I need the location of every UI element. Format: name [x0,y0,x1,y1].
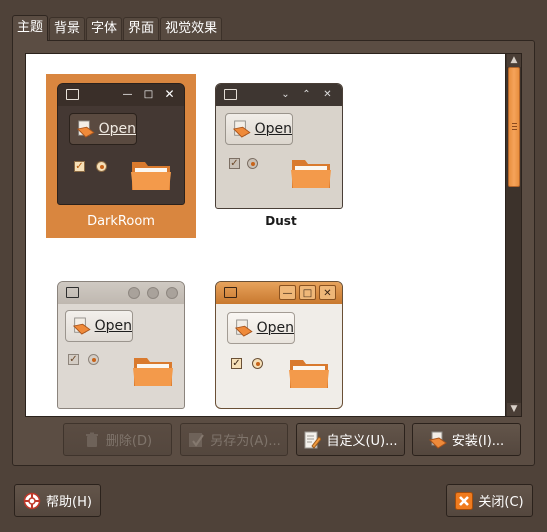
close-button[interactable]: 关闭(C) [446,484,533,517]
chevron-up-icon: ⌃ [302,89,311,100]
gallery-scrollbar[interactable]: ▲ ▼ [505,54,521,416]
tab-fonts[interactable]: 字体 [86,17,123,41]
open-document-icon [234,319,253,337]
theme-preview-4: — □ ✕ Open ✓ [215,281,343,409]
help-lifebuoy-icon [23,492,41,509]
preview-checkbox: ✓ [229,158,240,169]
open-document-icon [72,317,91,335]
preview-checkbox: ✓ [68,354,79,365]
delete-button[interactable]: 删除(D) [63,423,172,456]
chevron-down-icon: ⌄ [281,89,290,100]
preview-radio [88,354,99,365]
folder-icon [291,160,331,188]
save-as-icon [189,432,205,447]
theme-list: — □ ✕ Open ✓ DarkRoom ⌄ ⌃ ✕ Open ✓ Dust … [26,54,505,416]
window-controls: — □ ✕ [279,285,336,300]
maximize-icon: □ [299,285,316,300]
appearance-preferences-window: 主题 背景 字体 界面 视觉效果 — □ ✕ Open ✓ DarkRoom ⌄… [0,0,547,532]
theme-item-darkroom[interactable]: — □ ✕ Open ✓ DarkRoom [46,74,196,238]
customize-button[interactable]: 自定义(U)... [296,423,405,456]
preview-open-button: Open [69,113,137,145]
document-icon [224,89,237,100]
tab-visual-effects[interactable]: 视觉效果 [160,17,223,41]
preview-titlebar: ⌄ ⌃ ✕ [216,84,342,106]
preview-checkbox: ✓ [231,358,242,369]
trash-icon [85,432,98,447]
theme-gallery: — □ ✕ Open ✓ DarkRoom ⌄ ⌃ ✕ Open ✓ Dust … [25,53,522,417]
close-icon: ✕ [323,89,332,100]
preview-radio [252,358,263,369]
document-icon [66,287,79,298]
preview-titlebar: — □ ✕ [216,282,342,304]
folder-icon [131,162,171,190]
close-icon [166,287,178,299]
maximize-icon: □ [143,89,154,100]
window-controls [128,287,178,299]
save-as-button[interactable]: 另存为(A)... [180,423,288,456]
tab-bar: 主题 背景 字体 界面 视觉效果 [12,15,223,41]
folder-icon [289,360,329,388]
scroll-up-arrow-icon[interactable]: ▲ [507,54,521,67]
maximize-icon [147,287,159,299]
preview-titlebar [58,282,184,304]
open-document-icon [232,120,251,138]
folder-icon [133,358,173,386]
close-icon: ✕ [164,87,175,101]
preview-checkbox: ✓ [74,161,85,172]
preview-open-button: Open [225,113,293,145]
document-icon [224,287,237,298]
theme-name: Dust [265,214,297,228]
close-icon: ✕ [319,285,336,300]
install-button[interactable]: 安装(I)... [412,423,521,456]
preview-titlebar: — □ ✕ [58,84,184,106]
scrollbar-thumb[interactable] [508,67,520,187]
theme-item-3[interactable]: Open ✓ [46,272,196,416]
help-button[interactable]: 帮助(H) [14,484,101,517]
close-x-icon [455,491,474,510]
theme-preview-darkroom: — □ ✕ Open ✓ [57,83,185,205]
theme-preview-dust: ⌄ ⌃ ✕ Open ✓ [215,83,343,209]
preview-radio [247,158,258,169]
theme-item-dust[interactable]: ⌄ ⌃ ✕ Open ✓ Dust [206,74,356,238]
preview-open-button: Open [227,312,295,344]
window-controls: — □ ✕ [119,87,178,102]
tab-theme[interactable]: 主题 [12,15,49,41]
theme-name: DarkRoom [87,214,155,229]
minimize-icon: — [279,285,296,300]
tab-background[interactable]: 背景 [49,17,86,41]
document-icon [66,89,79,100]
preview-radio [96,161,107,172]
minimize-icon [128,287,140,299]
tab-interface[interactable]: 界面 [123,17,160,41]
open-document-icon [76,120,95,138]
scroll-down-arrow-icon[interactable]: ▼ [507,403,521,416]
edit-document-icon [304,431,322,449]
install-package-icon [428,431,447,449]
window-controls: ⌄ ⌃ ✕ [277,87,336,102]
minimize-icon: — [122,89,133,100]
theme-preview-3: Open ✓ [57,281,185,409]
preview-open-button: Open [65,310,133,342]
theme-item-4[interactable]: — □ ✕ Open ✓ [206,272,356,416]
